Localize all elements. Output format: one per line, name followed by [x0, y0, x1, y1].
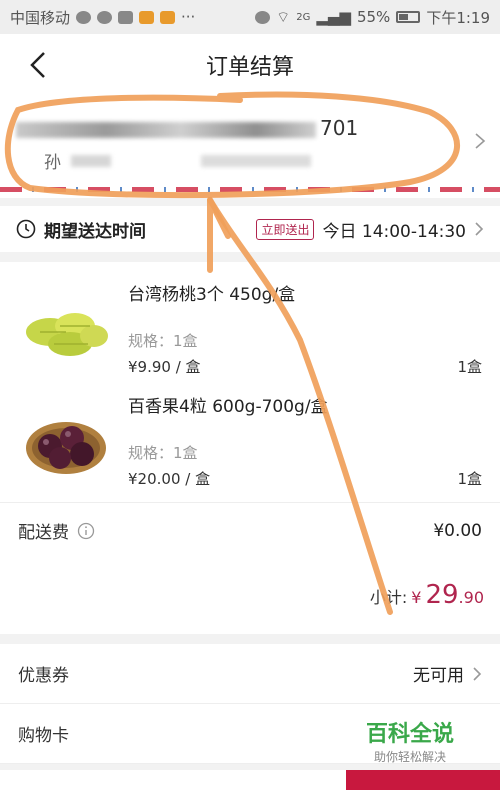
blurred-address — [16, 121, 316, 138]
status-bar: 中国移动 ··· ⌔ 2G ▂▄▆ 55% 下午1:19 — [0, 0, 500, 34]
product-item[interactable]: 百香果4粒 600g-700g/盒 规格：1盒 ¥20.00 / 盒 1盒 — [0, 388, 500, 500]
product-spec: 规格：1盒 — [128, 332, 198, 350]
signal-icon: ▂▄▆ — [316, 8, 351, 26]
status-right: ⌔ 2G ▂▄▆ 55% 下午1:19 — [255, 7, 490, 28]
coupon-row[interactable]: 优惠券 无可用 — [0, 644, 500, 704]
battery-percent: 55% — [356, 8, 391, 26]
product-name: 台湾杨桃3个 450g/盒 — [128, 285, 296, 305]
more-notifications-icon: ··· — [181, 8, 196, 26]
instant-delivery-badge: 立即送出 — [256, 218, 315, 240]
wifi-icon: ⌔ — [276, 7, 291, 26]
product-item[interactable]: 台湾杨桃3个 450g/盒 规格：1盒 ¥9.90 / 盒 1盒 — [0, 276, 500, 388]
network-type: 2G — [296, 11, 311, 23]
watermark-subtitle: 助你轻松解决 — [374, 750, 447, 764]
status-left: 中国移动 ··· — [10, 7, 195, 28]
address-section[interactable]: 701 孙 — [0, 96, 500, 198]
product-price: ¥20.00 / 盒 — [128, 470, 211, 488]
gift-card-label: 购物卡 — [18, 726, 69, 746]
submit-order-button[interactable] — [346, 770, 500, 790]
chevron-right-icon — [475, 133, 486, 149]
battery-icon — [396, 11, 421, 23]
product-quantity: 1盒 — [457, 470, 482, 488]
subtotal-row: 小计: ¥ 29 .90 — [0, 580, 500, 624]
delivery-time-row[interactable]: 期望送达时间 立即送出 今日 14:00-14:30 — [0, 206, 500, 252]
page-title: 订单结算 — [205, 55, 294, 80]
chevron-right-icon — [473, 666, 482, 681]
starfruit-image — [26, 313, 108, 356]
header: 订单结算 — [0, 34, 500, 96]
blurred-name — [71, 154, 111, 167]
watermark-title: 百科全说 — [366, 722, 455, 747]
eye-icon — [255, 10, 271, 24]
recipient-initial: 孙 — [44, 153, 61, 173]
passion-fruit-image — [26, 422, 106, 474]
app-icon — [118, 10, 134, 24]
product-price: ¥9.90 / 盒 — [128, 358, 201, 376]
product-list: 台湾杨桃3个 450g/盒 规格：1盒 ¥9.90 / 盒 1盒 百香果4粒 6… — [0, 262, 500, 634]
coupon-label: 优惠券 — [18, 666, 69, 686]
delivery-fee-row: 配送费 ¥0.00 — [0, 502, 500, 558]
product-spec: 规格：1盒 — [128, 444, 198, 462]
subtotal-decimal: .90 — [458, 588, 484, 607]
subtotal-currency: ¥ — [411, 588, 422, 607]
subtotal-integer: 29 — [425, 580, 459, 610]
wechat-icon — [97, 10, 113, 24]
delivery-time-value: 今日 14:00-14:30 — [322, 221, 466, 242]
clock-time: 下午1:19 — [426, 8, 490, 27]
subtotal-label: 小计: — [369, 588, 408, 607]
video-icon — [160, 10, 176, 24]
address-stripe — [0, 187, 500, 192]
watermark: 百科全说 助你轻松解决 — [366, 716, 454, 765]
product-quantity: 1盒 — [457, 358, 482, 376]
blurred-phone — [201, 154, 311, 167]
delivery-fee-value: ¥0.00 — [433, 520, 482, 541]
product-name: 百香果4粒 600g-700g/盒 — [128, 397, 328, 417]
info-icon[interactable] — [77, 522, 95, 540]
address-suffix: 701 — [320, 116, 359, 140]
message-icon — [76, 10, 92, 24]
chevron-right-icon — [475, 222, 484, 236]
delivery-label: 期望送达时间 — [44, 221, 146, 242]
clock-icon — [16, 219, 36, 239]
carrier-text: 中国移动 — [10, 8, 71, 27]
back-arrow-icon[interactable] — [26, 51, 52, 79]
notification-icon — [139, 10, 155, 24]
delivery-fee-label: 配送费 — [18, 523, 69, 543]
address-line-1: 701 — [16, 116, 358, 140]
coupon-value: 无可用 — [413, 666, 464, 686]
address-line-2: 孙 — [44, 148, 311, 173]
